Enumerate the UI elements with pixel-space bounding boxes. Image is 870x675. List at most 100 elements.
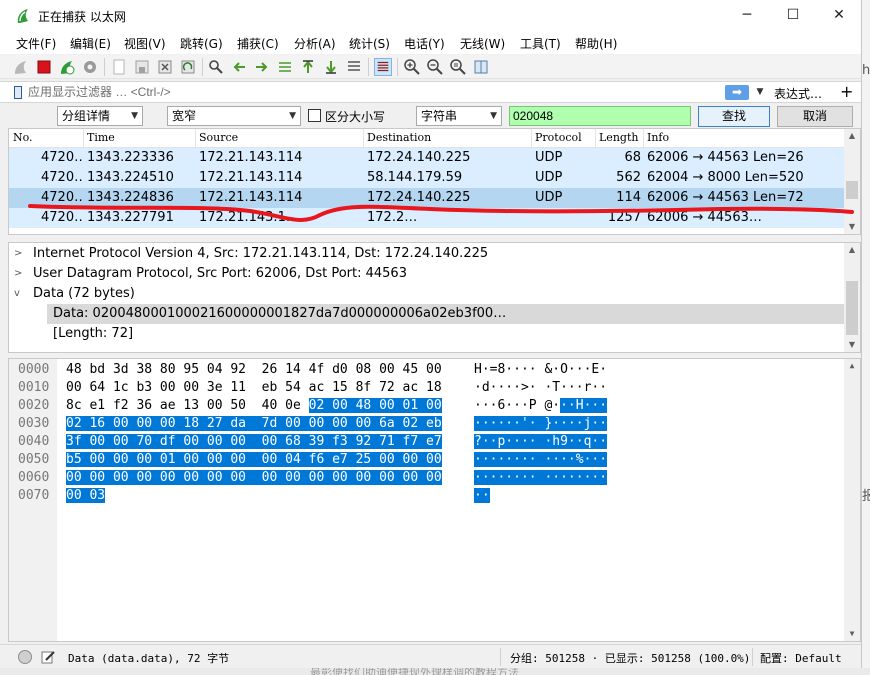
resize-columns-icon[interactable] <box>472 58 490 76</box>
cancel-button[interactable]: 取消 <box>777 106 853 127</box>
open-file-icon[interactable] <box>110 58 128 76</box>
case-sensitive-checkbox[interactable] <box>308 109 321 122</box>
hex-row[interactable]: 0070 00 03 ·· <box>9 487 845 505</box>
menu-telephony[interactable]: 电话(Y) <box>404 35 445 52</box>
packet-details-pane[interactable]: > Internet Protocol Version 4, Src: 172.… <box>8 242 861 353</box>
hex-row[interactable]: 0050 b5 00 00 00 01 00 00 00 00 04 f6 e7 … <box>9 451 845 469</box>
close-file-icon[interactable] <box>156 58 174 76</box>
ascii-bytes[interactable]: H·=8···· &·O···E· <box>474 361 607 379</box>
column-header-protocol[interactable]: Protocol <box>535 131 582 144</box>
menu-help[interactable]: 帮助(H) <box>575 35 617 52</box>
detail-row-data[interactable]: v Data (72 bytes) <box>9 284 845 304</box>
hex-bytes[interactable]: 8c e1 f2 36 ae 13 00 50 40 0e 02 00 48 0… <box>66 397 442 415</box>
hex-bytes[interactable]: b5 00 00 00 01 00 00 00 00 04 f6 e7 25 0… <box>66 451 442 469</box>
collapse-chevron-icon[interactable]: v <box>14 284 26 304</box>
first-packet-icon[interactable] <box>299 58 317 76</box>
hex-bytes[interactable]: 02 16 00 00 00 18 27 da 7d 00 00 00 00 6… <box>66 415 442 433</box>
restart-capture-icon[interactable] <box>58 58 76 76</box>
menu-edit[interactable]: 编辑(E) <box>70 35 111 52</box>
bookmark-icon[interactable] <box>14 86 22 99</box>
edit-comment-icon[interactable] <box>40 649 56 665</box>
find-value-input[interactable]: 020048 <box>509 106 691 126</box>
find-packet-icon[interactable] <box>207 58 225 76</box>
ascii-bytes[interactable]: ······'· }····j·· <box>474 415 608 433</box>
packet-row[interactable]: 4720… 1343.227791 172.21.143.1… 172.2… 1… <box>9 208 845 228</box>
menu-analyze[interactable]: 分析(A) <box>294 35 336 52</box>
expression-button[interactable]: 表达式… <box>774 85 822 102</box>
hex-row[interactable]: 0040 3f 00 00 70 df 00 00 00 00 68 39 f3 … <box>9 433 845 451</box>
search-in-select[interactable]: 分组详情 ▼ <box>57 106 143 126</box>
filter-history-dropdown[interactable]: ▼ <box>753 84 767 101</box>
ascii-bytes[interactable]: ········ ····%··· <box>474 451 608 469</box>
stop-capture-icon[interactable] <box>35 58 53 76</box>
autoscroll-icon[interactable] <box>345 58 363 76</box>
column-header-time[interactable]: Time <box>87 131 115 144</box>
hex-bytes[interactable]: 00 64 1c b3 00 00 3e 11 eb 54 ac 15 8f 7… <box>66 379 442 397</box>
packet-time: 1343.223336 <box>87 150 174 165</box>
close-button[interactable]: ✕ <box>816 0 861 32</box>
hex-bytes[interactable]: 00 00 00 00 00 00 00 00 00 00 00 00 00 0… <box>66 469 442 487</box>
ascii-bytes[interactable]: ········ ········ <box>474 469 608 487</box>
hex-row[interactable]: 0060 00 00 00 00 00 00 00 00 00 00 00 00 … <box>9 469 845 487</box>
column-header-source[interactable]: Source <box>199 131 238 144</box>
menu-tools[interactable]: 工具(T) <box>520 35 561 52</box>
packet-row-selected[interactable]: 4720… 1343.224836 172.21.143.114 172.24.… <box>9 188 845 208</box>
hex-row[interactable]: 0030 02 16 00 00 00 18 27 da 7d 00 00 00 … <box>9 415 845 433</box>
colorize-icon[interactable] <box>374 58 392 76</box>
menu-go[interactable]: 跳转(G) <box>180 35 223 52</box>
column-header-length[interactable]: Length <box>599 131 638 144</box>
display-filter-input[interactable]: 应用显示过滤器 … <Ctrl-/> <box>28 84 718 101</box>
menu-file[interactable]: 文件(F) <box>16 35 56 52</box>
char-width-select[interactable]: 宽窄 ▼ <box>167 106 301 126</box>
ascii-bytes[interactable]: ·· <box>474 487 490 505</box>
zoom-out-icon[interactable] <box>426 58 444 76</box>
find-button[interactable]: 查找 <box>698 106 770 127</box>
packet-row[interactable]: 4720… 1343.224510 172.21.143.114 58.144.… <box>9 168 845 188</box>
go-forward-icon[interactable] <box>253 58 271 76</box>
menu-statistics[interactable]: 统计(S) <box>349 35 390 52</box>
packet-row[interactable]: 4720… 1343.223336 172.21.143.114 172.24.… <box>9 148 845 168</box>
capture-options-gear-icon[interactable] <box>81 58 99 76</box>
ascii-bytes[interactable]: ···6···P @···H··· <box>474 397 608 415</box>
menu-wireless[interactable]: 无线(W) <box>460 35 505 52</box>
hex-bytes[interactable]: 48 bd 3d 38 80 95 04 92 26 14 4f d0 08 0… <box>66 361 442 379</box>
maximize-button[interactable]: ☐ <box>770 0 816 32</box>
column-header-info[interactable]: Info <box>647 131 669 144</box>
hex-bytes[interactable]: 00 03 <box>66 487 106 505</box>
zoom-normal-icon[interactable] <box>449 58 467 76</box>
go-back-icon[interactable] <box>230 58 248 76</box>
add-filter-button[interactable]: + <box>840 82 853 101</box>
detail-row-length[interactable]: [Length: 72] <box>9 324 845 344</box>
hex-row[interactable]: 0020 8c e1 f2 36 ae 13 00 50 40 0e 02 00 … <box>9 397 845 415</box>
start-capture-fin-icon[interactable] <box>12 58 30 76</box>
last-packet-icon[interactable] <box>322 58 340 76</box>
save-file-icon[interactable] <box>133 58 151 76</box>
hex-bytes[interactable]: 3f 00 00 70 df 00 00 00 00 68 39 f3 92 7… <box>66 433 442 451</box>
hex-row[interactable]: 0000 48 bd 3d 38 80 95 04 92 26 14 4f d0 … <box>9 361 845 379</box>
expert-info-indicator-icon[interactable] <box>18 650 32 664</box>
minimize-button[interactable]: ─ <box>724 0 770 32</box>
column-header-no[interactable]: No. <box>13 131 33 144</box>
search-type-select[interactable]: 字符串 ▼ <box>416 106 502 126</box>
detail-row-ipv4[interactable]: > Internet Protocol Version 4, Src: 172.… <box>9 244 845 264</box>
menu-view[interactable]: 视图(V) <box>124 35 166 52</box>
apply-filter-arrow-icon[interactable]: ➡ <box>725 85 749 100</box>
reload-file-icon[interactable] <box>179 58 197 76</box>
packet-list-pane[interactable]: No. Time Source Destination Protocol Len… <box>8 128 861 235</box>
details-scrollbar[interactable]: ▲ ▼ <box>844 243 860 352</box>
ascii-bytes[interactable]: ?··p···· ·h9··q·· <box>474 433 608 451</box>
status-profile[interactable]: 配置: Default <box>760 650 842 666</box>
zoom-in-icon[interactable] <box>403 58 421 76</box>
packet-bytes-pane[interactable]: 0000 48 bd 3d 38 80 95 04 92 26 14 4f d0 … <box>8 358 861 642</box>
bytes-scrollbar[interactable]: ▲ ▼ <box>844 359 860 641</box>
column-header-destination[interactable]: Destination <box>367 131 431 144</box>
ascii-bytes[interactable]: ·d····>· ·T···r·· <box>474 379 607 397</box>
go-to-packet-icon[interactable] <box>276 58 294 76</box>
expand-chevron-icon[interactable]: > <box>14 264 26 284</box>
menu-capture[interactable]: 捕获(C) <box>237 35 279 52</box>
detail-row-udp[interactable]: > User Datagram Protocol, Src Port: 6200… <box>9 264 845 284</box>
packet-list-scrollbar[interactable]: ▲ ▼ <box>844 129 860 234</box>
detail-row-data-value[interactable]: Data: 020048000100021600000001827da7d000… <box>9 304 845 324</box>
hex-row[interactable]: 0010 00 64 1c b3 00 00 3e 11 eb 54 ac 15 … <box>9 379 845 397</box>
expand-chevron-icon[interactable]: > <box>14 244 26 264</box>
